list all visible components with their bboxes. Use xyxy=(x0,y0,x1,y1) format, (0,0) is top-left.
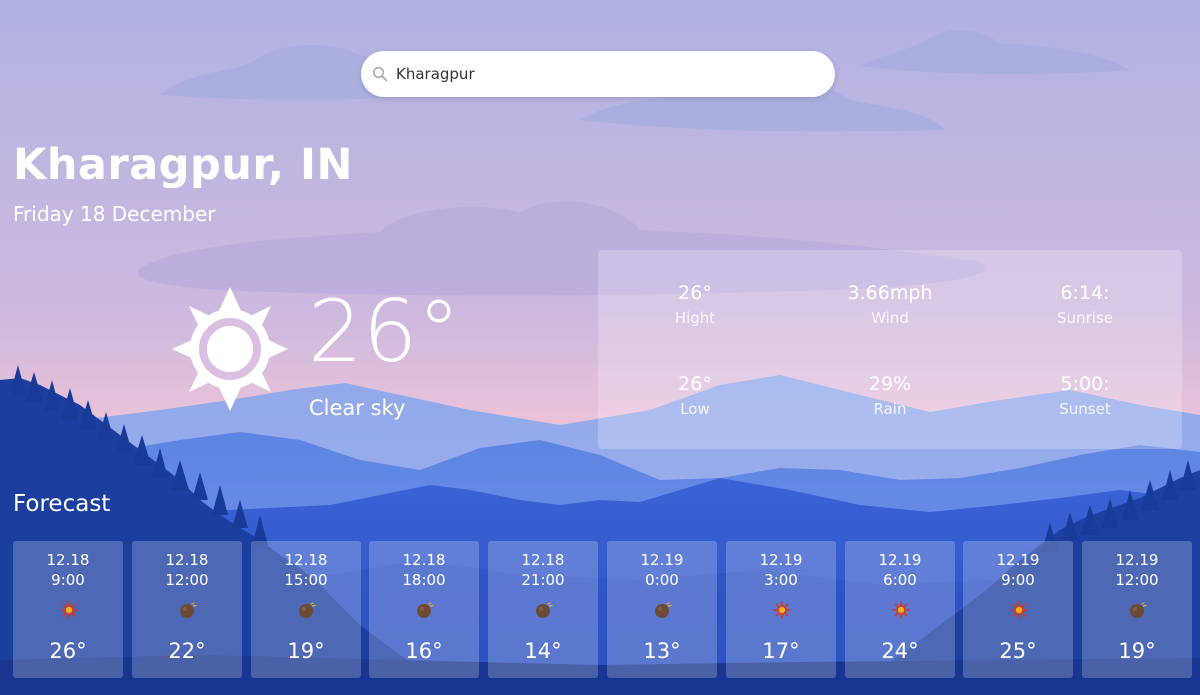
forecast-date: 12.18 xyxy=(165,551,209,569)
forecast-time: 12:00 xyxy=(165,571,209,589)
forecast-date: 12.19 xyxy=(996,551,1040,569)
sun-icon xyxy=(1010,601,1028,619)
detail-wind: 3.66mph Wind xyxy=(810,282,970,327)
detail-value: 5:00: xyxy=(1060,373,1110,395)
forecast-date: 12.19 xyxy=(640,551,684,569)
detail-sunset: 5:00: Sunset xyxy=(1005,373,1165,418)
forecast-date: 12.19 xyxy=(1115,551,1159,569)
detail-value: 3.66mph xyxy=(847,282,933,304)
forecast-card: 12.18 15:00 19° xyxy=(251,541,361,678)
weather-details-panel: 26° Hight 3.66mph Wind 6:14: Sunrise 26°… xyxy=(598,250,1182,449)
forecast-date: 12.18 xyxy=(46,551,90,569)
search-bar[interactable] xyxy=(361,51,835,97)
sun-icon xyxy=(892,601,910,619)
forecast-time: 9:00 xyxy=(1001,571,1035,589)
forecast-temperature: 16° xyxy=(405,639,443,663)
current-temperature: 26° xyxy=(308,282,461,382)
forecast-card: 12.19 3:00 17° xyxy=(726,541,836,678)
forecast-temperature: 14° xyxy=(524,639,562,663)
detail-label: Wind xyxy=(871,309,909,327)
forecast-card: 12.18 21:00 14° xyxy=(488,541,598,678)
detail-label: Rain xyxy=(873,400,907,418)
forecast-temperature: 17° xyxy=(762,639,800,663)
forecast-time: 21:00 xyxy=(521,571,565,589)
search-input[interactable] xyxy=(396,59,816,89)
moon-icon xyxy=(180,602,197,618)
forecast-card: 12.18 12:00 22° xyxy=(132,541,242,678)
moon-icon xyxy=(417,602,434,618)
forecast-time: 12:00 xyxy=(1115,571,1159,589)
forecast-temperature: 24° xyxy=(881,639,919,663)
forecast-card: 12.19 12:00 19° xyxy=(1082,541,1192,678)
moon-icon xyxy=(299,602,316,618)
forecast-card: 12.19 6:00 24° xyxy=(845,541,955,678)
moon-icon xyxy=(1130,602,1147,618)
weather-condition: Clear sky xyxy=(309,396,406,420)
detail-value: 6:14: xyxy=(1060,282,1110,304)
forecast-temperature: 19° xyxy=(287,639,325,663)
forecast-date: 12.18 xyxy=(521,551,565,569)
forecast-temperature: 26° xyxy=(49,639,87,663)
detail-high: 26° Hight xyxy=(615,282,775,327)
city-name: Kharagpur, IN xyxy=(13,140,354,190)
forecast-card: 12.19 9:00 25° xyxy=(963,541,1073,678)
detail-low: 26° Low xyxy=(615,373,775,418)
forecast-card: 12.19 0:00 13° xyxy=(607,541,717,678)
detail-value: 29% xyxy=(868,373,912,395)
sun-icon xyxy=(773,601,791,619)
sun-icon xyxy=(172,287,288,411)
forecast-list: 12.18 9:00 26° 12.18 12:00 22° 12.18 15:00 19° 12… xyxy=(13,541,1192,678)
detail-label: Sunrise xyxy=(1057,309,1113,327)
detail-label: Sunset xyxy=(1059,400,1111,418)
detail-sunrise: 6:14: Sunrise xyxy=(1005,282,1165,327)
moon-icon xyxy=(536,602,553,618)
forecast-card: 12.18 9:00 26° xyxy=(13,541,123,678)
current-date: Friday 18 December xyxy=(13,202,216,226)
forecast-temperature: 22° xyxy=(168,639,206,663)
detail-label: Hight xyxy=(674,309,716,327)
forecast-temperature: 19° xyxy=(1118,639,1156,663)
sun-icon xyxy=(60,601,78,619)
forecast-date: 12.19 xyxy=(878,551,922,569)
detail-value: 26° xyxy=(678,373,712,395)
forecast-date: 12.19 xyxy=(759,551,803,569)
moon-icon xyxy=(655,602,672,618)
forecast-time: 18:00 xyxy=(402,571,446,589)
forecast-time: 6:00 xyxy=(883,571,917,589)
forecast-date: 12.18 xyxy=(284,551,328,569)
forecast-card: 12.18 18:00 16° xyxy=(369,541,479,678)
forecast-date: 12.18 xyxy=(402,551,446,569)
forecast-temperature: 25° xyxy=(999,639,1037,663)
forecast-time: 0:00 xyxy=(645,571,679,589)
forecast-time: 9:00 xyxy=(51,571,85,589)
detail-rain: 29% Rain xyxy=(810,373,970,418)
forecast-time: 15:00 xyxy=(284,571,328,589)
detail-value: 26° xyxy=(678,282,712,304)
detail-label: Low xyxy=(680,400,710,418)
forecast-heading: Forecast xyxy=(13,491,111,517)
forecast-time: 3:00 xyxy=(764,571,798,589)
forecast-temperature: 13° xyxy=(643,639,681,663)
search-icon xyxy=(372,66,388,82)
